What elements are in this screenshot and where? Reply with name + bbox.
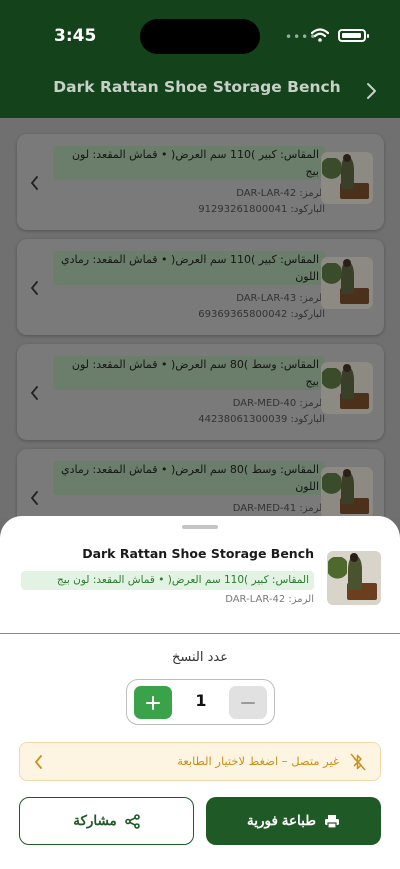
variant-code: الرمز: DAR-LAR-42 — [236, 188, 325, 199]
printer-status-alert[interactable]: غير متصل – اضغط لاختيار الطابعة — [19, 742, 381, 781]
chevron-left-icon — [34, 755, 42, 769]
product-title: Dark Rattan Shoe Storage Bench — [82, 546, 314, 561]
chevron-left-icon — [30, 491, 38, 505]
chevron-left-icon — [30, 386, 38, 400]
increment-button[interactable] — [134, 686, 172, 719]
copies-stepper: 1 — [126, 679, 275, 725]
share-button[interactable]: مشاركة — [19, 797, 194, 845]
copies-label: عدد النسخ — [172, 650, 228, 665]
product-thumbnail — [327, 551, 381, 605]
print-now-button[interactable]: طباعة فورية — [206, 797, 381, 845]
variant-barcode: الباركود: 69369365800042 — [198, 309, 325, 320]
variant-spec: المقاس: كبير )110 سم العرض( • قماش المقع… — [53, 251, 325, 285]
variant-code: الرمز: DAR-MED-40 — [232, 398, 325, 409]
variant-card[interactable]: المقاس: كبير )110 سم العرض( • قماش المقع… — [17, 239, 384, 335]
decrement-button[interactable] — [229, 686, 267, 719]
variant-spec: المقاس: وسط )80 سم العرض( • قماش المقعد:… — [53, 461, 325, 495]
variant-spec: المقاس: كبير )110 سم العرض( • قماش المقع… — [53, 146, 325, 180]
print-label: طباعة فورية — [247, 813, 316, 828]
variant-card[interactable]: المقاس: وسط )80 سم العرض( • قماش المقعد:… — [17, 344, 384, 440]
variant-barcode: الباركود: 91293261800041 — [198, 204, 325, 215]
variant-list: المقاس: كبير )110 سم العرض( • قماش المقع… — [0, 118, 400, 545]
app-header: 3:45 •••• Dark Rattan Shoe Storage Bench — [0, 0, 400, 118]
variant-barcode: الباركود: 44238061300039 — [198, 414, 325, 425]
product-thumbnail — [321, 362, 373, 414]
dynamic-island — [140, 19, 260, 54]
printer-icon — [324, 814, 339, 829]
variant-code: الرمز: DAR-MED-41 — [232, 503, 325, 514]
battery-icon — [338, 29, 369, 42]
print-bottom-sheet: Dark Rattan Shoe Storage Bench المقاس: ك… — [0, 516, 400, 869]
product-thumbnail — [321, 467, 373, 519]
minus-icon — [241, 702, 255, 704]
variant-card[interactable]: المقاس: كبير )110 سم العرض( • قماش المقع… — [17, 134, 384, 230]
variant-spec: المقاس: كبير )110 سم العرض( • قماش المقع… — [21, 571, 314, 590]
chevron-right-icon[interactable] — [366, 82, 378, 100]
copies-value[interactable]: 1 — [177, 691, 225, 710]
wifi-icon — [311, 28, 329, 42]
chevron-left-icon — [30, 176, 38, 190]
status-time: 3:45 — [54, 26, 97, 46]
variant-code: الرمز: DAR-LAR-43 — [236, 293, 325, 304]
share-icon — [124, 813, 140, 829]
page-title: Dark Rattan Shoe Storage Bench — [53, 78, 341, 96]
variant-code: الرمز: DAR-LAR-42 — [225, 594, 314, 605]
product-thumbnail — [321, 257, 373, 309]
divider — [0, 633, 400, 634]
chevron-left-icon — [30, 281, 38, 295]
share-label: مشاركة — [73, 813, 117, 828]
plus-icon — [146, 696, 160, 710]
bluetooth-off-icon — [350, 753, 366, 771]
variant-spec: المقاس: وسط )80 سم العرض( • قماش المقعد:… — [53, 356, 325, 390]
printer-status-text: غير متصل – اضغط لاختيار الطابعة — [177, 754, 339, 768]
product-thumbnail — [321, 152, 373, 204]
sheet-grabber[interactable] — [182, 525, 218, 529]
